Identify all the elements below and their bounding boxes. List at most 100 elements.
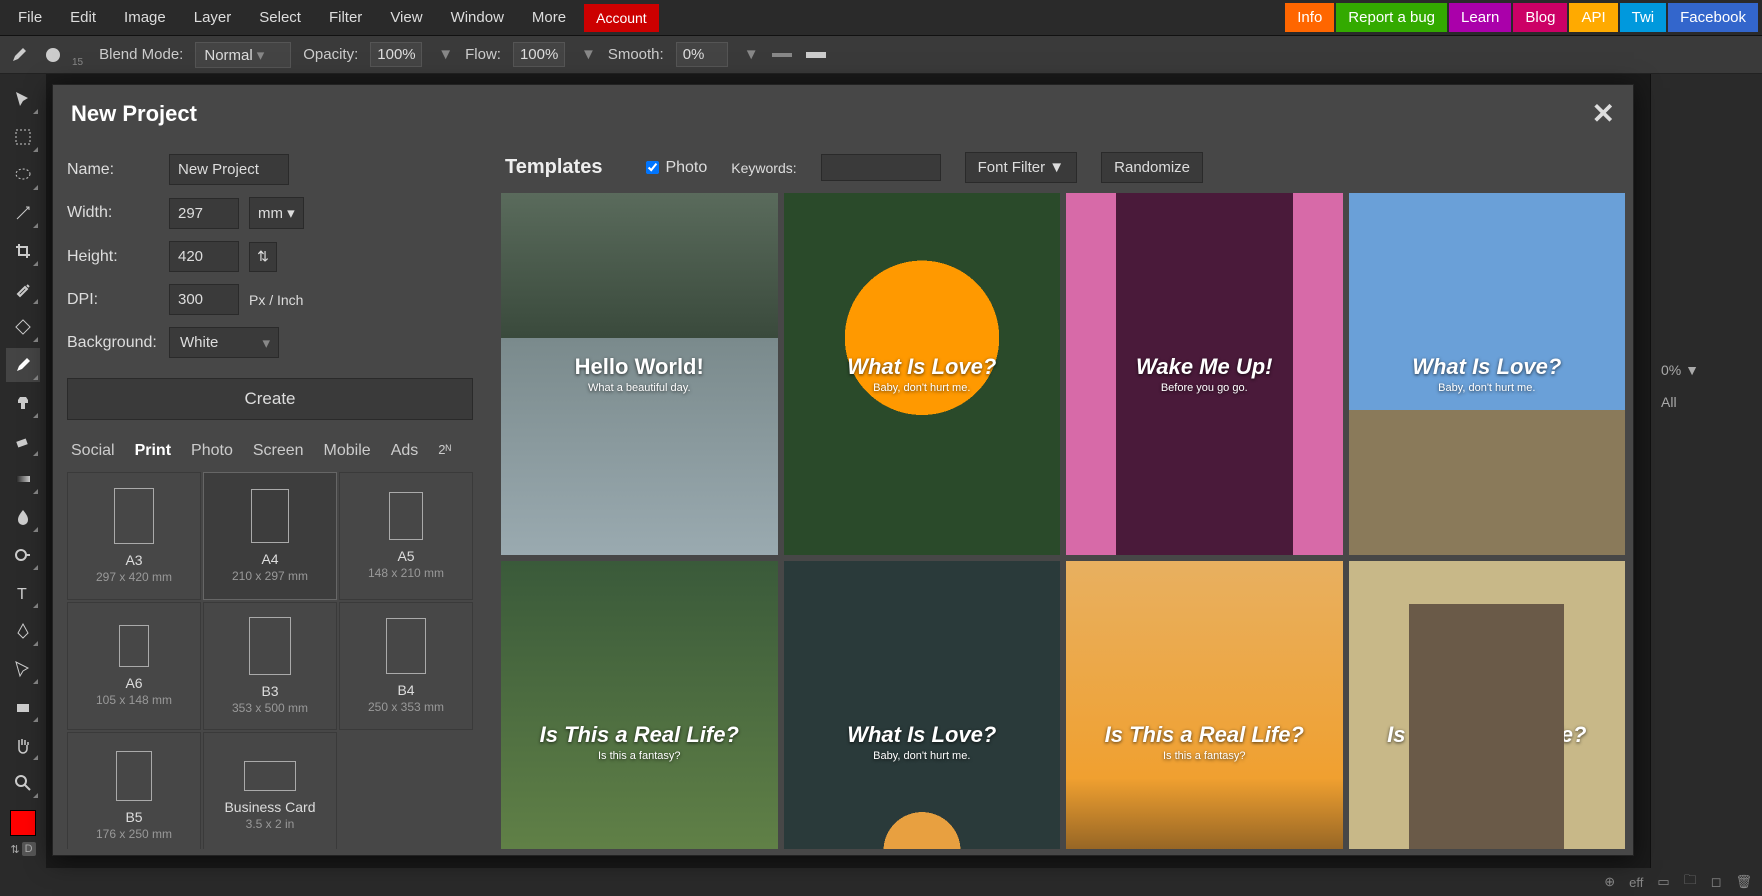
badge-twitter[interactable]: Twi [1620,3,1667,32]
crop-tool[interactable] [6,234,40,268]
preset-b4[interactable]: B4250 x 353 mm [339,602,473,730]
height-input[interactable] [169,241,239,272]
brush-shape-icon[interactable] [42,44,64,66]
wand-tool[interactable] [6,196,40,230]
status-new-icon[interactable]: ◻ [1711,874,1722,890]
keywords-input[interactable] [821,154,941,181]
menu-edit[interactable]: Edit [56,1,110,34]
flow-dropdown-icon[interactable]: ▼ [581,46,596,63]
badge-facebook[interactable]: Facebook [1668,3,1758,32]
opacity-input[interactable]: 100% [370,42,422,67]
dialog-close-button[interactable]: ✕ [1592,97,1615,130]
badge-learn[interactable]: Learn [1449,3,1511,32]
width-input[interactable] [169,198,239,229]
menu-window[interactable]: Window [437,1,518,34]
swap-colors-icon[interactable]: ⇅ D [6,840,40,858]
badge-blog[interactable]: Blog [1513,3,1567,32]
blend-mode-select[interactable]: Normal▾ [195,42,291,68]
path-select-tool[interactable] [6,652,40,686]
status-mask-icon[interactable]: ▭ [1657,874,1669,890]
pen-tool[interactable] [6,614,40,648]
flow-input[interactable]: 100% [513,42,565,67]
badge-report-bug[interactable]: Report a bug [1336,3,1447,32]
preset-b5[interactable]: B5176 x 250 mm [67,732,201,849]
eraser-tool[interactable] [6,424,40,458]
smooth-dropdown-icon[interactable]: ▼ [744,46,759,63]
preset-b3[interactable]: B3353 x 500 mm [203,602,337,730]
cat-mobile[interactable]: Mobile [320,440,375,462]
right-all-label[interactable]: All [1651,386,1762,418]
type-tool[interactable]: T [6,576,40,610]
eyedropper-tool[interactable] [6,272,40,306]
clone-tool[interactable] [6,386,40,420]
preset-name: A4 [261,551,278,567]
template-2[interactable]: Wake Me Up!Before you go go. [1066,193,1343,555]
randomize-button[interactable]: Randomize [1101,152,1203,183]
rect-select-tool[interactable] [6,120,40,154]
status-eff-label[interactable]: eff [1629,875,1643,890]
move-tool[interactable] [6,82,40,116]
template-5[interactable]: What Is Love?Baby, don't hurt me. [784,561,1061,849]
cat-ads[interactable]: Ads [387,440,423,462]
opacity-dropdown-icon[interactable]: ▼ [438,46,453,63]
pressure-size-icon[interactable] [805,44,827,66]
preset-a5[interactable]: A5148 x 210 mm [339,472,473,600]
template-4[interactable]: Is This a Real Life?Is this a fantasy? [501,561,778,849]
lasso-tool[interactable] [6,158,40,192]
dpi-unit-label: Px / Inch [249,292,303,308]
foreground-color-swatch[interactable] [10,810,36,836]
template-title: Is This a Real Life? [1387,722,1586,748]
gradient-tool[interactable] [6,462,40,496]
template-0[interactable]: Hello World!What a beautiful day. [501,193,778,555]
hand-tool[interactable] [6,728,40,762]
template-1[interactable]: What Is Love?Baby, don't hurt me. [784,193,1061,555]
menu-file[interactable]: File [4,1,56,34]
photo-checkbox[interactable] [646,161,659,174]
status-trash-icon[interactable]: 🗑 [1735,874,1752,890]
preset-a3[interactable]: A3297 x 420 mm [67,472,201,600]
menu-view[interactable]: View [376,1,436,34]
status-link-icon[interactable]: ⊕ [1604,874,1615,890]
preset-a6[interactable]: A6105 x 148 mm [67,602,201,730]
dpi-input[interactable] [169,284,239,315]
menu-select[interactable]: Select [245,1,315,34]
template-title: What Is Love? [847,354,996,380]
brush-tool[interactable] [6,348,40,382]
badge-api[interactable]: API [1569,3,1617,32]
unit-select[interactable]: mm ▾ [249,197,304,229]
dodge-tool[interactable] [6,538,40,572]
font-filter-button[interactable]: Font Filter ▼ [965,152,1078,183]
template-7[interactable]: Is This a Real Life?Is this a fantasy? [1349,561,1626,849]
smooth-input[interactable]: 0% [676,42,728,67]
template-3[interactable]: What Is Love?Baby, don't hurt me. [1349,193,1626,555]
cat-screen[interactable]: Screen [249,440,308,462]
template-subtitle: What a beautiful day. [575,382,704,394]
shape-tool[interactable] [6,690,40,724]
menu-more[interactable]: More [518,1,580,34]
template-6[interactable]: Is This a Real Life?Is this a fantasy? [1066,561,1343,849]
right-opacity-value[interactable]: 0% ▼ [1651,354,1762,386]
pressure-opacity-icon[interactable] [771,44,793,66]
preset-a4[interactable]: A4210 x 297 mm [203,472,337,600]
template-subtitle: Baby, don't hurt me. [847,750,996,762]
cat-photo[interactable]: Photo [187,440,237,462]
badge-info[interactable]: Info [1285,3,1334,32]
healing-tool[interactable] [6,310,40,344]
blur-tool[interactable] [6,500,40,534]
menu-account[interactable]: Account [584,4,659,32]
background-select[interactable]: White▾ [169,327,279,358]
menu-layer[interactable]: Layer [180,1,246,34]
create-button[interactable]: Create [67,378,473,420]
status-folder-icon[interactable]: 🗀 [1684,871,1697,893]
preset-business-card[interactable]: Business Card3.5 x 2 in [203,732,337,849]
menu-filter[interactable]: Filter [315,1,376,34]
swap-wh-button[interactable]: ⇅ [249,242,277,272]
cat-social[interactable]: Social [67,440,119,462]
cat-2n[interactable]: 2ᴺ [434,440,455,462]
brush-tool-icon[interactable] [8,44,30,66]
photo-checkbox-label[interactable]: Photo [646,159,707,177]
cat-print[interactable]: Print [131,440,175,462]
zoom-tool[interactable] [6,766,40,800]
menu-image[interactable]: Image [110,1,180,34]
name-input[interactable] [169,154,289,185]
